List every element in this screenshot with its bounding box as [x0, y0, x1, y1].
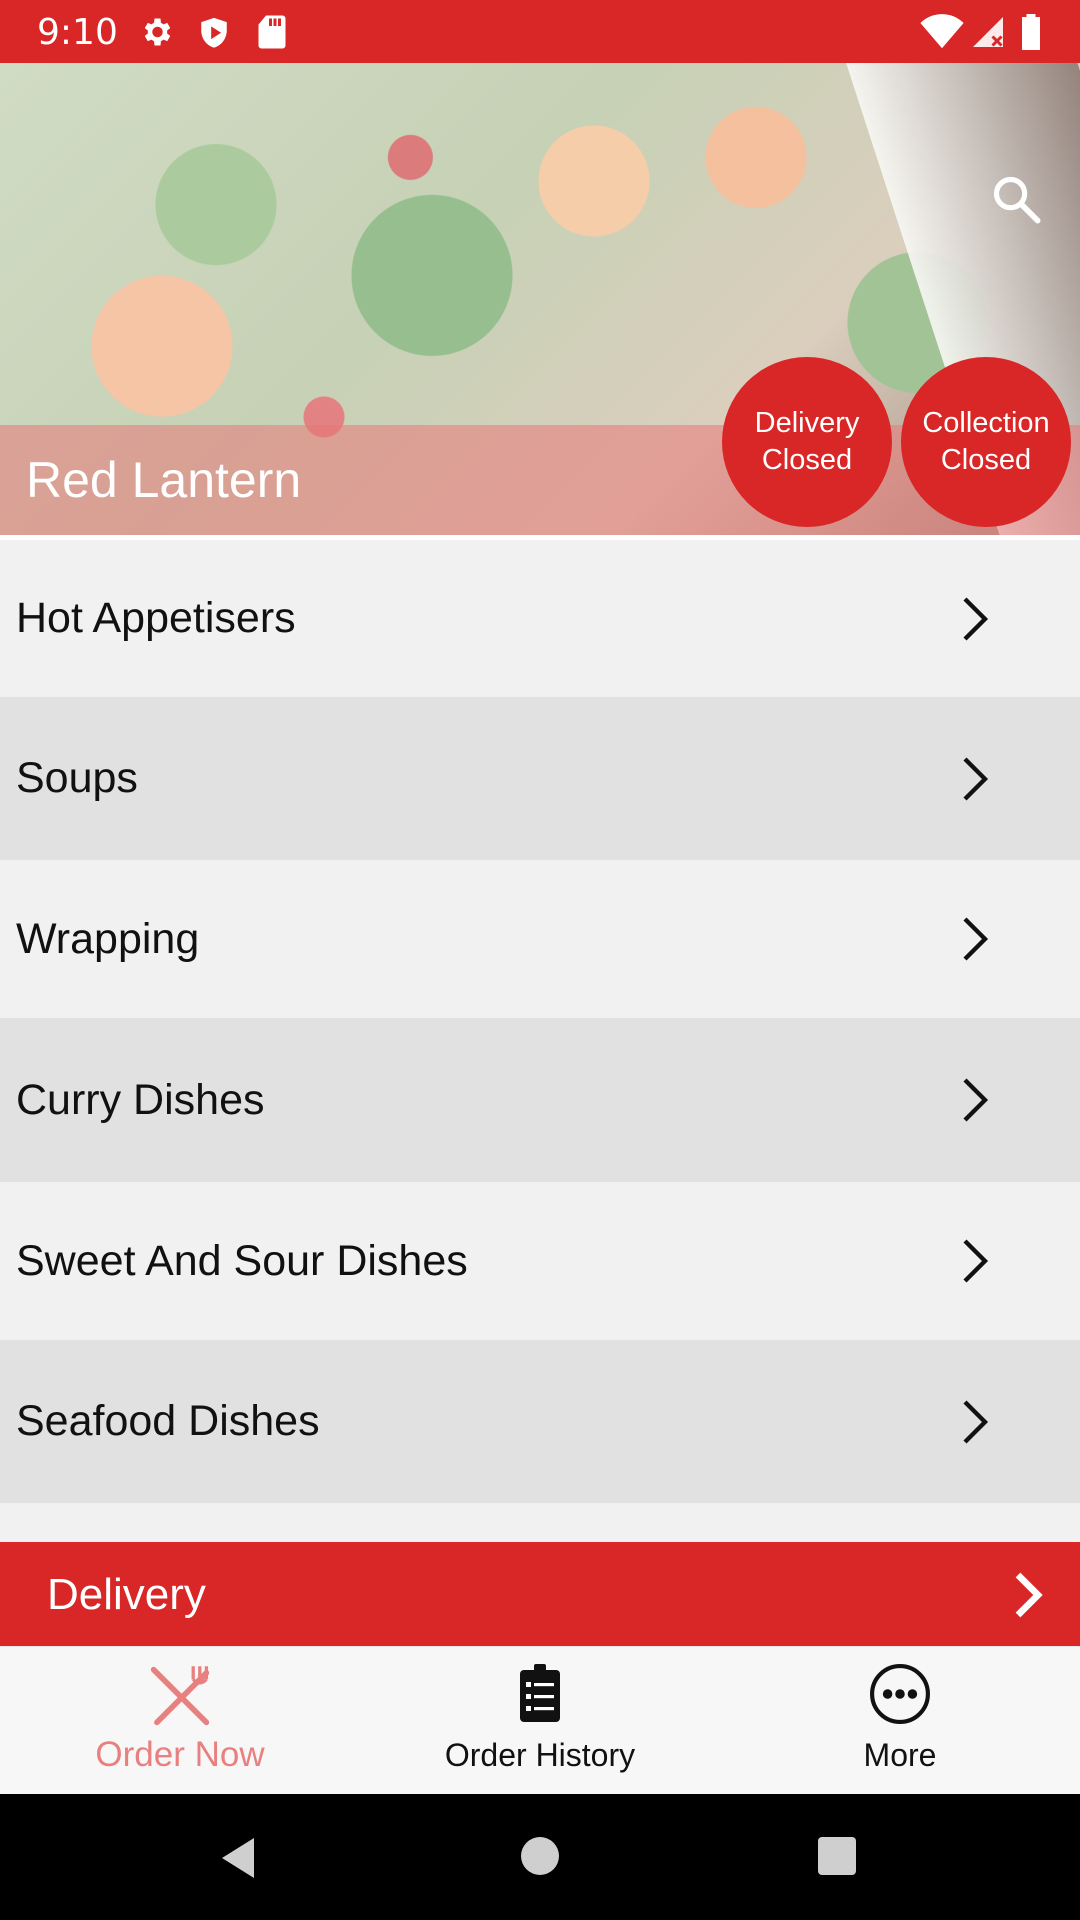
tab-order-history[interactable]: Order History	[360, 1647, 720, 1795]
chevron-right-icon	[963, 756, 989, 801]
signal-icon	[973, 17, 1003, 47]
menu-item-seafood-dishes[interactable]: Seafood Dishes	[0, 1340, 1080, 1503]
tab-order-now[interactable]: Order Now	[0, 1647, 360, 1795]
menu-item-hot-appetisers[interactable]: Hot Appetisers	[0, 540, 1080, 697]
menu-item-soups[interactable]: Soups	[0, 697, 1080, 860]
sd-card-icon	[258, 15, 286, 49]
clipboard-list-icon	[520, 1664, 560, 1722]
delivery-status-line1: Delivery	[754, 407, 860, 439]
fork-knife-icon	[150, 1666, 210, 1726]
status-time: 9:10	[37, 12, 118, 53]
restaurant-header: Red Lantern Delivery Closed Collection C…	[0, 63, 1080, 535]
chevron-right-icon	[963, 1239, 989, 1283]
collection-status-line1: Collection	[922, 407, 1050, 439]
menu-category-list: Hot Appetisers Soups Wrapping Curry Dish…	[0, 540, 1080, 1503]
battery-icon	[1022, 14, 1040, 50]
restaurant-name: Red Lantern	[26, 452, 302, 508]
status-bar: 9:10	[0, 0, 1080, 63]
system-navigation-bar	[0, 1794, 1080, 1920]
menu-item-curry-dishes[interactable]: Curry Dishes	[0, 1018, 1080, 1182]
chevron-right-icon	[963, 1399, 989, 1444]
delivery-status-line2: Closed	[761, 444, 853, 476]
chevron-right-icon	[963, 1078, 989, 1122]
chevron-right-icon	[1015, 1572, 1043, 1618]
back-icon[interactable]	[218, 1836, 258, 1880]
menu-item-label: Wrapping	[16, 914, 200, 963]
menu-item-label: Curry Dishes	[16, 1075, 265, 1124]
menu-item-label: Seafood Dishes	[16, 1397, 320, 1445]
wifi-icon	[920, 14, 964, 49]
chevron-right-icon	[963, 917, 989, 961]
recents-icon[interactable]	[817, 1836, 857, 1876]
chevron-right-icon	[963, 596, 989, 641]
tab-more[interactable]: More	[720, 1647, 1080, 1795]
home-icon[interactable]	[520, 1836, 560, 1876]
delivery-status-badge: Delivery Closed	[722, 357, 892, 527]
tab-order-now-label: Order Now	[95, 1735, 265, 1774]
tab-order-history-label: Order History	[444, 1737, 636, 1773]
menu-item-label: Hot Appetisers	[16, 594, 296, 642]
delivery-mode-label: Delivery	[47, 1570, 206, 1619]
bottom-navigation: Order Now Order History More	[0, 1646, 1080, 1795]
menu-item-label: Sweet And Sour Dishes	[16, 1236, 468, 1285]
tab-more-label: More	[863, 1737, 937, 1773]
collection-status-line2: Closed	[940, 444, 1032, 476]
delivery-mode-button[interactable]: Delivery	[0, 1542, 1080, 1646]
more-dots-icon	[870, 1664, 930, 1724]
gear-icon	[144, 18, 171, 46]
collection-status-badge: Collection Closed	[901, 357, 1071, 527]
menu-item-label: Soups	[16, 754, 138, 802]
shield-icon	[201, 17, 227, 48]
menu-item-sweet-and-sour-dishes[interactable]: Sweet And Sour Dishes	[0, 1182, 1080, 1340]
menu-item-wrapping[interactable]: Wrapping	[0, 860, 1080, 1018]
search-icon[interactable]	[990, 173, 1042, 225]
